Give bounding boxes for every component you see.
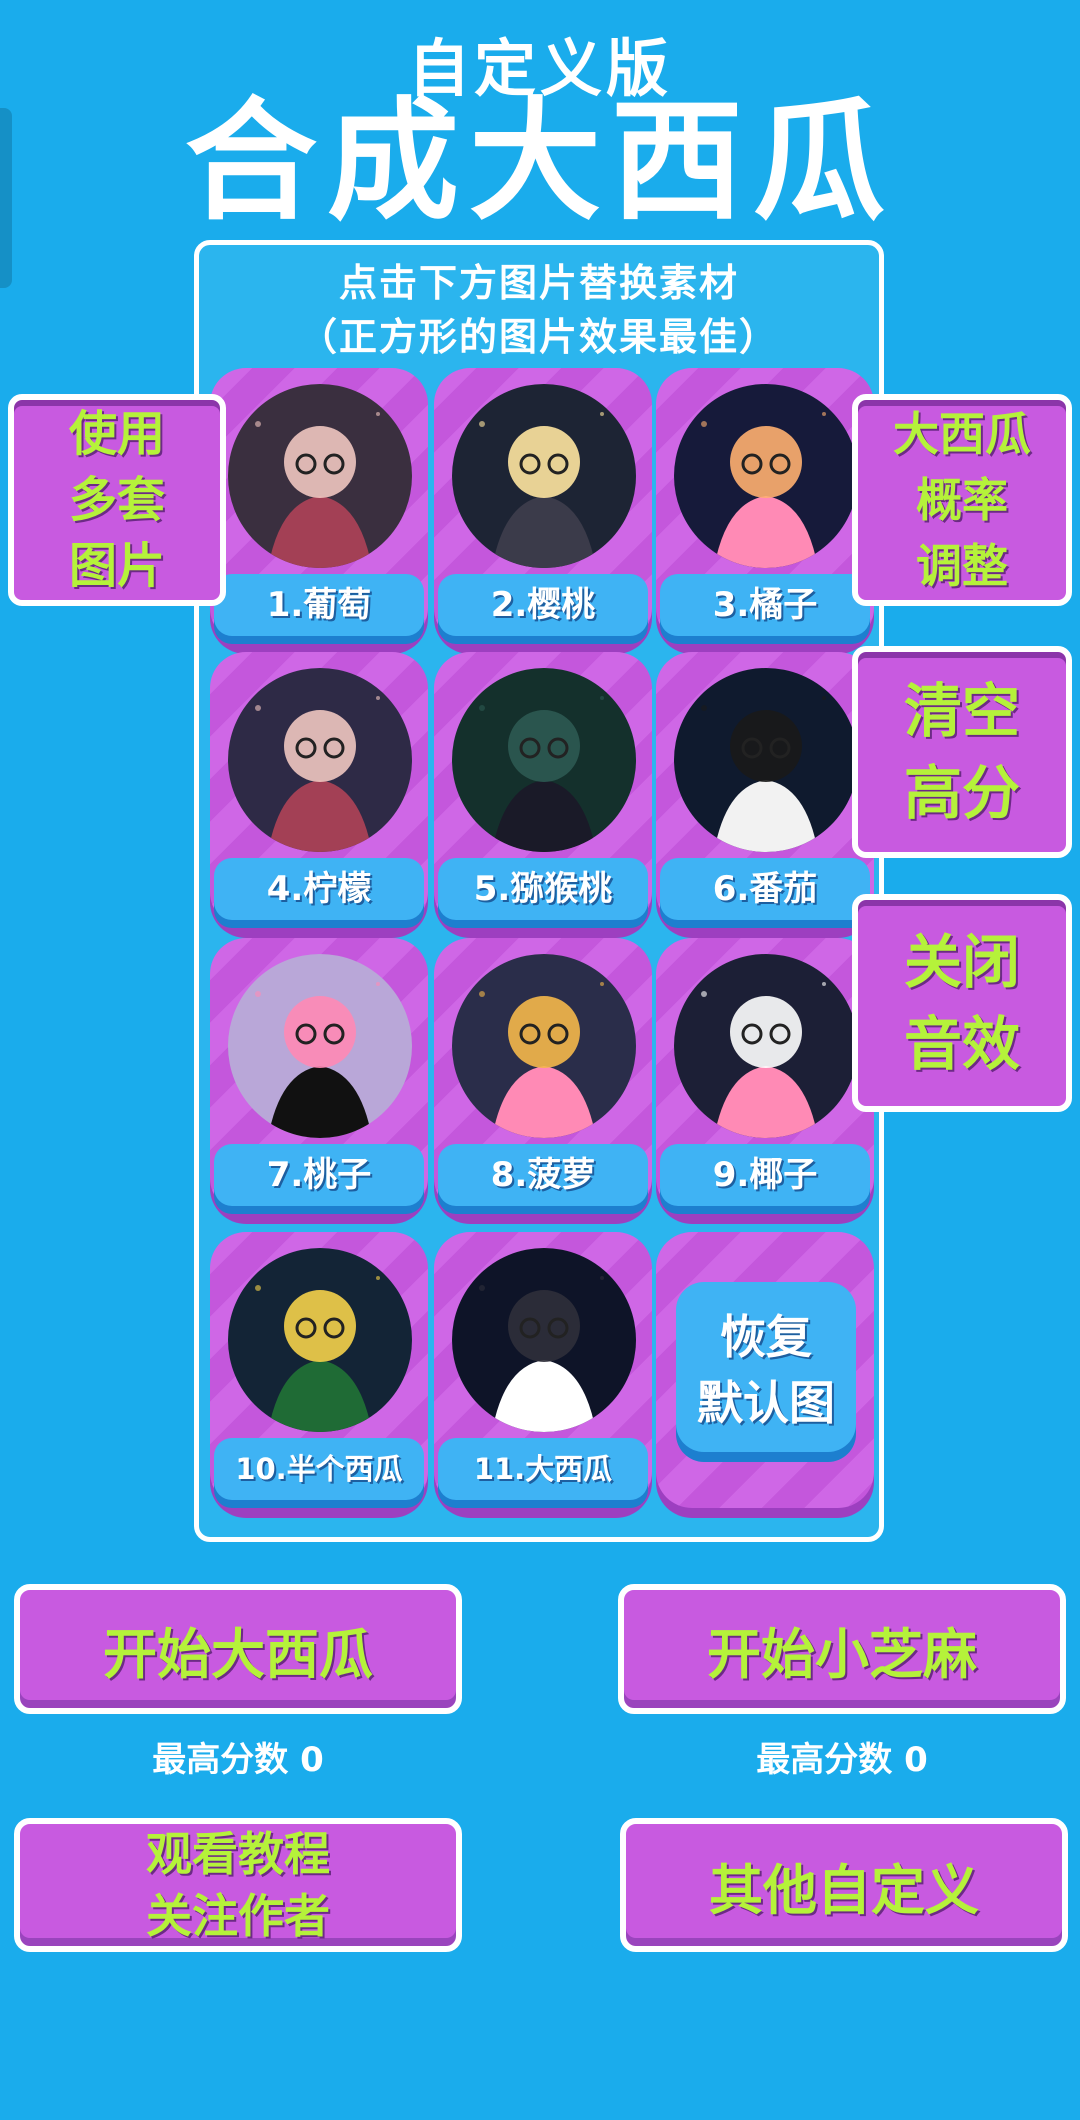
prob-line3: 调整: [916, 539, 1008, 593]
multi-line3: 图片: [68, 538, 165, 594]
start-small-label: 开始小芝麻: [707, 1622, 977, 1686]
fruit-label-3: 3.橘子: [660, 574, 870, 636]
fruit-card-8[interactable]: 8.菠萝: [434, 938, 652, 1214]
watch-tutorial-button[interactable]: 观看教程 关注作者: [14, 1818, 462, 1952]
start-big-watermelon-button[interactable]: 开始大西瓜: [14, 1584, 462, 1714]
high-score-left: 最高分数 0: [152, 1740, 324, 1780]
restore-card: 恢复 默认图: [656, 1232, 874, 1508]
fruit-label-2: 2.樱桃: [438, 574, 648, 636]
fruit-image-1[interactable]: [228, 384, 412, 568]
panel-instruction: 点击下方图片替换素材: [338, 261, 739, 305]
fruit-card-7[interactable]: 7.桃子: [210, 938, 428, 1214]
fruit-label-5: 5.猕猴桃: [438, 858, 648, 920]
fruit-card-10[interactable]: 10.半个西瓜: [210, 1232, 428, 1508]
restore-line2: 默认图: [697, 1376, 835, 1430]
fruit-card-11[interactable]: 11.大西瓜: [434, 1232, 652, 1508]
prob-line1: 大西瓜: [893, 407, 1031, 461]
restore-default-button[interactable]: 恢复 默认图: [676, 1282, 856, 1452]
fruit-image-3[interactable]: [674, 384, 858, 568]
fruit-card-9[interactable]: 9.椰子: [656, 938, 874, 1214]
start-small-sesame-button[interactable]: 开始小芝麻: [618, 1584, 1066, 1714]
fruit-label-10: 10.半个西瓜: [214, 1438, 424, 1500]
use-multiple-sets-button[interactable]: 使用 多套 图片: [8, 394, 226, 606]
fruit-label-7: 7.桃子: [214, 1144, 424, 1206]
start-big-label: 开始大西瓜: [103, 1622, 373, 1686]
sound-line2: 音效: [903, 1010, 1020, 1078]
other-custom-button[interactable]: 其他自定义: [620, 1818, 1068, 1952]
fruit-image-2[interactable]: [452, 384, 636, 568]
clear-line2: 高分: [903, 759, 1020, 827]
fruit-image-5[interactable]: [452, 668, 636, 852]
fruit-card-5[interactable]: 5.猕猴桃: [434, 652, 652, 928]
fruit-label-11: 11.大西瓜: [438, 1438, 648, 1500]
fruit-card-6[interactable]: 6.番茄: [656, 652, 874, 928]
high-score-right: 最高分数 0: [756, 1740, 928, 1780]
tutorial-line1: 观看教程: [146, 1827, 330, 1881]
fruit-label-6: 6.番茄: [660, 858, 870, 920]
fruit-image-7[interactable]: [228, 954, 412, 1138]
clear-high-score-button[interactable]: 清空 高分: [852, 646, 1072, 858]
fruit-card-1[interactable]: 1.葡萄: [210, 368, 428, 644]
panel-hint: （正方形的图片效果最佳）: [298, 315, 779, 359]
toggle-sound-button[interactable]: 关闭 音效: [852, 894, 1072, 1112]
fruit-card-2[interactable]: 2.樱桃: [434, 368, 652, 644]
fruit-image-11[interactable]: [452, 1248, 636, 1432]
multi-line1: 使用: [68, 406, 165, 462]
fruit-image-8[interactable]: [452, 954, 636, 1138]
fruit-label-1: 1.葡萄: [214, 574, 424, 636]
clear-line1: 清空: [903, 677, 1020, 745]
fruit-image-4[interactable]: [228, 668, 412, 852]
fruit-label-4: 4.柠檬: [214, 858, 424, 920]
prob-line2: 概率: [916, 473, 1008, 527]
fruit-card-4[interactable]: 4.柠檬: [210, 652, 428, 928]
other-custom-label: 其他自定义: [709, 1858, 979, 1922]
probability-adjust-button[interactable]: 大西瓜 概率 调整: [852, 394, 1072, 606]
fruit-image-6[interactable]: [674, 668, 858, 852]
fruit-image-10[interactable]: [228, 1248, 412, 1432]
fruit-card-3[interactable]: 3.橘子: [656, 368, 874, 644]
restore-line1: 恢复: [720, 1310, 812, 1364]
fruit-image-9[interactable]: [674, 954, 858, 1138]
tutorial-line2: 关注作者: [146, 1889, 330, 1943]
multi-line2: 多套: [68, 472, 165, 528]
game-title: 合成大西瓜: [185, 85, 895, 239]
fruit-label-9: 9.椰子: [660, 1144, 870, 1206]
fruit-label-8: 8.菠萝: [438, 1144, 648, 1206]
sound-line1: 关闭: [903, 928, 1020, 996]
